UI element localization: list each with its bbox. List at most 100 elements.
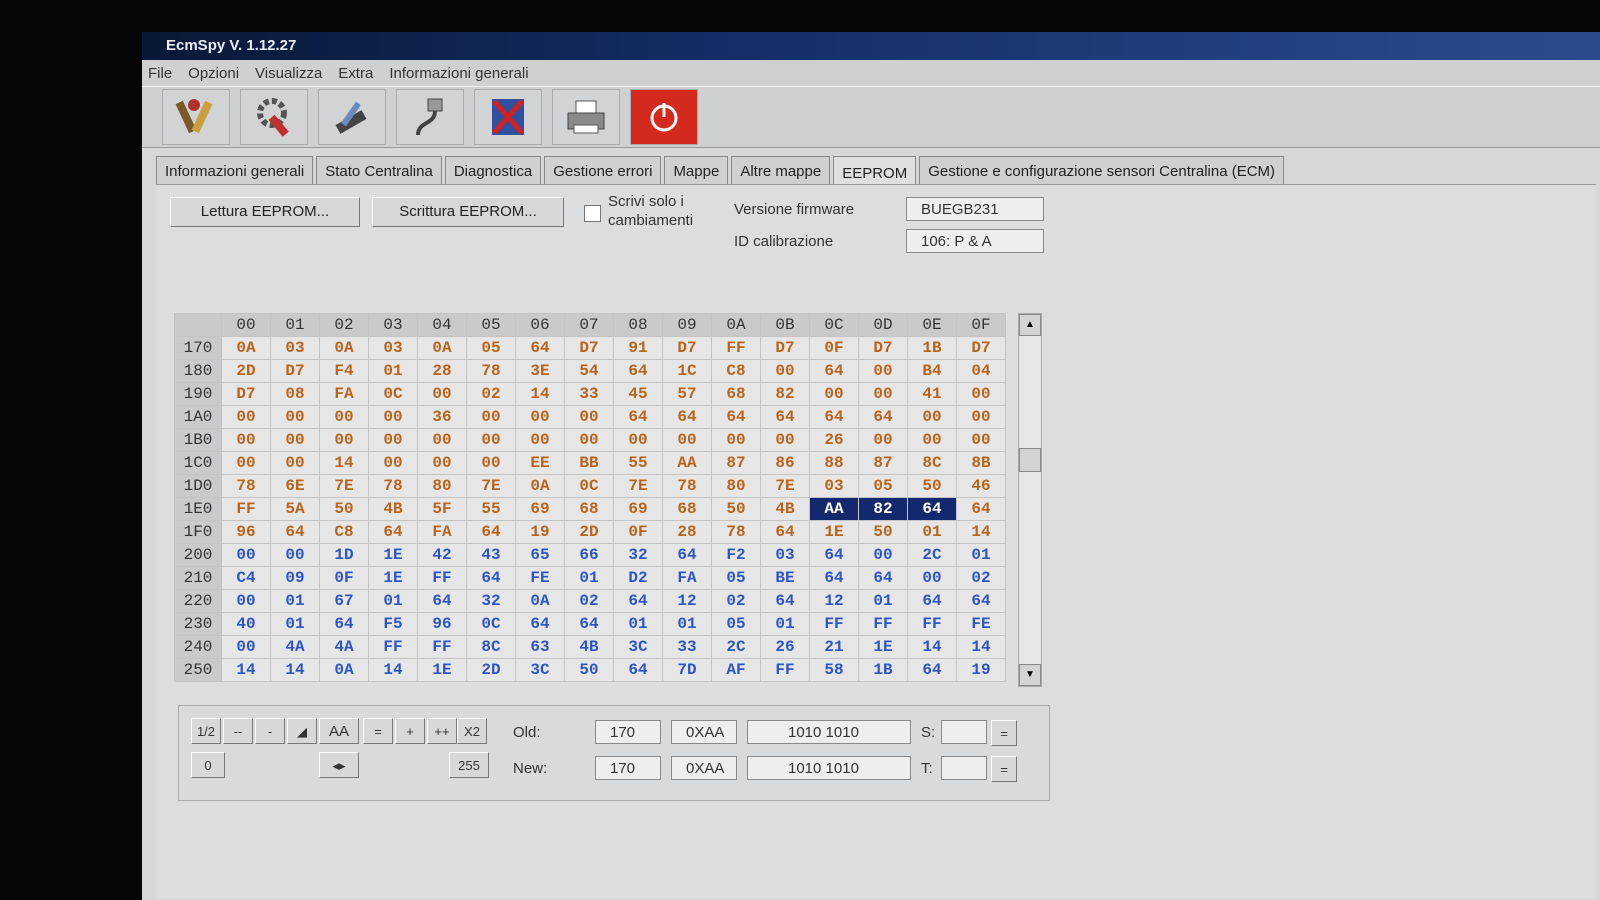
hex-cell[interactable]: 46 xyxy=(956,474,1006,498)
hex-cell[interactable]: 1B xyxy=(858,658,908,682)
hex-cell[interactable]: 00 xyxy=(956,428,1006,452)
hex-cell[interactable]: 00 xyxy=(907,405,957,429)
new-hex-field[interactable]: 0XAA xyxy=(671,756,737,780)
hex-cell[interactable]: 5F xyxy=(417,497,467,521)
hex-cell[interactable]: D7 xyxy=(858,336,908,360)
hex-cell[interactable]: 7E xyxy=(319,474,369,498)
hex-cell[interactable]: 00 xyxy=(956,405,1006,429)
hex-cell[interactable]: FF xyxy=(907,612,957,636)
hex-cell[interactable]: 64 xyxy=(662,543,712,567)
connect-button[interactable] xyxy=(396,89,464,145)
hex-cell[interactable]: D7 xyxy=(760,336,810,360)
hex-cell[interactable]: 43 xyxy=(466,543,516,567)
hex-cell[interactable]: C8 xyxy=(711,359,761,383)
tab-informazioni-generali[interactable]: Informazioni generali xyxy=(156,156,314,184)
hex-cell[interactable]: 01 xyxy=(368,589,418,613)
new-bin-field[interactable]: 1010 1010 xyxy=(747,756,911,780)
hex-cell[interactable]: 00 xyxy=(221,635,271,659)
hex-cell[interactable]: 78 xyxy=(466,359,516,383)
hex-cell[interactable]: 57 xyxy=(662,382,712,406)
hex-cell[interactable]: 01 xyxy=(956,543,1006,567)
hex-cell[interactable]: 1B xyxy=(907,336,957,360)
hex-cell[interactable]: 68 xyxy=(564,497,614,521)
menu-file[interactable]: File xyxy=(148,65,172,82)
hex-cell[interactable]: 09 xyxy=(270,566,320,590)
hex-cell[interactable]: 64 xyxy=(417,589,467,613)
hex-cell[interactable]: 55 xyxy=(466,497,516,521)
hex-cell[interactable]: 64 xyxy=(907,497,957,521)
increment-button[interactable]: + xyxy=(395,718,425,744)
hex-cell[interactable]: 4A xyxy=(319,635,369,659)
hex-cell[interactable]: 0C xyxy=(564,474,614,498)
hex-cell[interactable]: FF xyxy=(809,612,859,636)
hex-cell[interactable]: C8 xyxy=(319,520,369,544)
hex-cell[interactable]: 1E xyxy=(809,520,859,544)
hex-cell[interactable]: 12 xyxy=(809,589,859,613)
hex-cell[interactable]: 68 xyxy=(662,497,712,521)
hex-cell[interactable]: FF xyxy=(368,635,418,659)
hex-cell[interactable]: 14 xyxy=(368,658,418,682)
print-button[interactable] xyxy=(552,89,620,145)
s-apply-button[interactable]: = xyxy=(991,720,1017,746)
new-dec-field[interactable]: 170 xyxy=(595,756,661,780)
hex-cell[interactable]: 4B xyxy=(564,635,614,659)
tab-altre-mappe[interactable]: Altre mappe xyxy=(731,156,831,184)
hex-cell[interactable]: 64 xyxy=(564,612,614,636)
hex-cell[interactable]: 05 xyxy=(711,566,761,590)
hex-cell[interactable]: 00 xyxy=(417,382,467,406)
hex-cell[interactable]: 50 xyxy=(564,658,614,682)
hex-cell[interactable]: 00 xyxy=(270,428,320,452)
slider-handle[interactable]: ◢ xyxy=(287,718,317,744)
hex-cell[interactable]: 00 xyxy=(760,359,810,383)
exit-button[interactable] xyxy=(474,89,542,145)
hex-cell[interactable]: 2D xyxy=(221,359,271,383)
scroll-thumb[interactable] xyxy=(1019,448,1041,472)
decrement-button[interactable]: - xyxy=(255,718,285,744)
hex-cell[interactable]: F4 xyxy=(319,359,369,383)
hex-cell[interactable]: 14 xyxy=(956,635,1006,659)
hex-cell[interactable]: 64 xyxy=(613,589,663,613)
tab-diagnostica[interactable]: Diagnostica xyxy=(444,156,542,184)
zero-button[interactable]: 0 xyxy=(191,752,225,778)
hex-cell[interactable]: 50 xyxy=(319,497,369,521)
hex-cell[interactable]: 0F xyxy=(319,566,369,590)
hex-cell[interactable]: 14 xyxy=(270,658,320,682)
hex-cell[interactable]: 26 xyxy=(809,428,859,452)
hex-cell[interactable]: 00 xyxy=(270,405,320,429)
increment2-button[interactable]: ++ xyxy=(427,718,457,744)
hex-cell[interactable]: C4 xyxy=(221,566,271,590)
hex-cell[interactable]: 64 xyxy=(368,520,418,544)
hex-cell[interactable]: 00 xyxy=(858,359,908,383)
hex-cell[interactable]: 00 xyxy=(711,428,761,452)
hex-cell[interactable]: 00 xyxy=(319,405,369,429)
hex-cell[interactable]: 0A xyxy=(515,589,565,613)
hex-cell[interactable]: FF xyxy=(417,566,467,590)
power-button[interactable] xyxy=(630,89,698,145)
hex-cell[interactable]: 14 xyxy=(319,451,369,475)
hex-cell[interactable]: 64 xyxy=(613,359,663,383)
hex-cell[interactable]: 00 xyxy=(368,451,418,475)
hex-cell[interactable]: 28 xyxy=(662,520,712,544)
scroll-down-icon[interactable]: ▼ xyxy=(1019,664,1041,686)
hex-cell[interactable]: 64 xyxy=(466,520,516,544)
hex-cell[interactable]: 02 xyxy=(466,382,516,406)
hex-cell[interactable]: FE xyxy=(956,612,1006,636)
hex-cell[interactable]: 1E xyxy=(417,658,467,682)
hex-cell[interactable]: FF xyxy=(858,612,908,636)
settings-button[interactable] xyxy=(240,89,308,145)
hex-cell[interactable]: 82 xyxy=(858,497,908,521)
hex-cell[interactable]: 87 xyxy=(711,451,761,475)
hex-cell[interactable]: AF xyxy=(711,658,761,682)
hex-cell[interactable]: 12 xyxy=(662,589,712,613)
hex-cell[interactable]: 01 xyxy=(368,359,418,383)
hex-cell[interactable]: 00 xyxy=(564,405,614,429)
hex-cell[interactable]: 00 xyxy=(221,543,271,567)
hex-cell[interactable]: 00 xyxy=(662,428,712,452)
hex-cell[interactable]: 50 xyxy=(907,474,957,498)
half-button[interactable]: 1/2 xyxy=(191,718,221,744)
hex-cell[interactable]: BE xyxy=(760,566,810,590)
hex-cell[interactable]: 67 xyxy=(319,589,369,613)
read-eeprom-button[interactable]: Lettura EEPROM... xyxy=(170,197,360,227)
hex-cell[interactable]: 00 xyxy=(858,428,908,452)
hex-cell[interactable]: 04 xyxy=(956,359,1006,383)
